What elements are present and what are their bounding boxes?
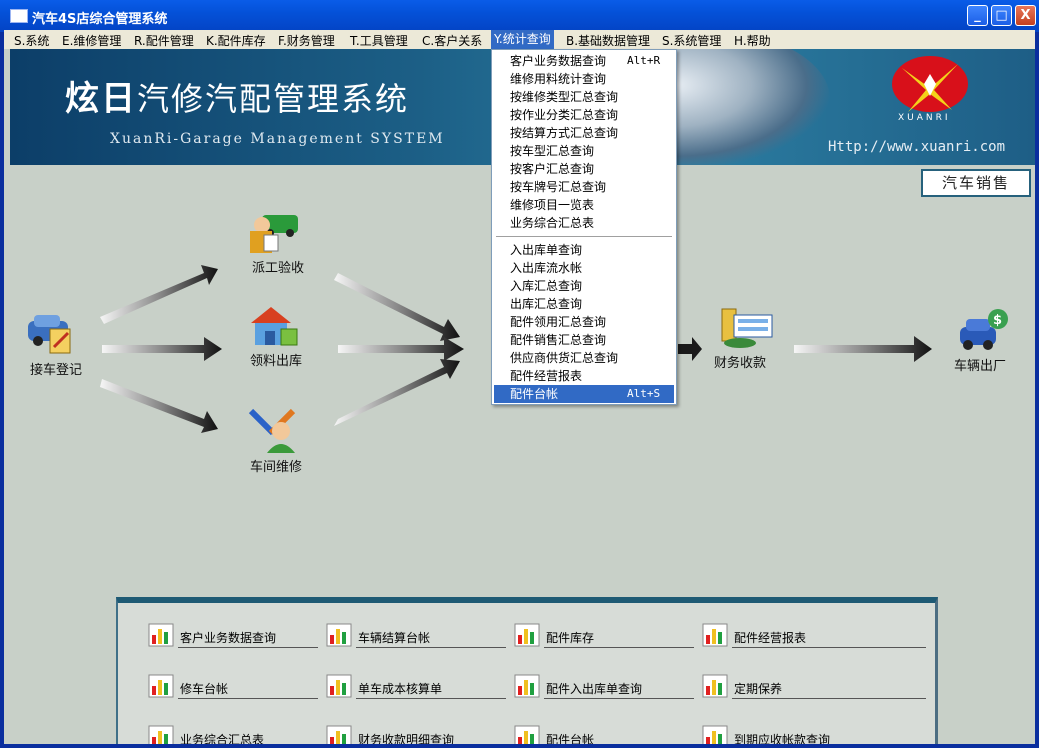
report-chart-icon xyxy=(514,623,540,647)
menu-sys-admin[interactable]: S.系统管理 xyxy=(662,32,721,49)
menu-tools[interactable]: T.工具管理 xyxy=(350,32,408,49)
quick-item-label: 配件经营报表 xyxy=(734,631,807,645)
minimize-button[interactable]: _ xyxy=(967,5,988,26)
quick-item-label: 财务收款明细查询 xyxy=(358,733,455,744)
quick-item-label: 业务综合汇总表 xyxy=(180,733,265,744)
arrow-finance-exit xyxy=(794,336,932,362)
shortcut-label: Alt+S xyxy=(627,387,661,400)
dispatch-label[interactable]: 派工验收 xyxy=(252,257,304,276)
menu-option[interactable]: 配件经营报表 xyxy=(494,367,674,385)
statistics-dropdown-menu: 客户业务数据查询 Alt+R 维修用料统计查询 按维修类型汇总查询 按作业分类汇总… xyxy=(491,49,677,405)
menu-option-selected[interactable]: 配件台帐 Alt+S xyxy=(494,385,674,403)
menu-option[interactable]: 入库汇总查询 xyxy=(494,277,674,295)
quick-item-label: 定期保养 xyxy=(734,682,783,696)
menu-option[interactable]: 按结算方式汇总查询 xyxy=(494,124,674,142)
menu-option[interactable]: 业务综合汇总表 xyxy=(494,214,674,232)
report-chart-icon xyxy=(702,725,728,744)
menu-option[interactable]: 按作业分类汇总查询 xyxy=(494,106,674,124)
menu-option[interactable]: 维修用料统计查询 xyxy=(494,70,674,88)
report-chart-icon xyxy=(326,623,352,647)
menu-finance[interactable]: F.财务管理 xyxy=(278,32,335,49)
menu-statistics[interactable]: Y.统计查询 xyxy=(491,30,554,49)
menu-option[interactable]: 出库汇总查询 xyxy=(494,295,674,313)
app-window: 汽车4S店综合管理系统 _ □ X S.系统 E.维修管理 R.配件管理 K.配… xyxy=(0,0,1039,748)
menu-parts-stock[interactable]: K.配件库存 xyxy=(206,32,266,49)
finance-icon[interactable] xyxy=(720,305,774,351)
arrow-parts-center xyxy=(338,337,464,361)
quick-item-label: 单车成本核算单 xyxy=(358,682,443,696)
dispatch-icon[interactable] xyxy=(246,211,300,257)
reception-label[interactable]: 接车登记 xyxy=(30,359,82,378)
menu-option[interactable]: 客户业务数据查询 Alt+R xyxy=(494,52,674,70)
report-chart-icon xyxy=(148,674,174,698)
report-chart-icon xyxy=(326,725,352,744)
report-chart-icon xyxy=(702,623,728,647)
menu-option[interactable]: 维修项目一览表 xyxy=(494,196,674,214)
report-chart-icon xyxy=(326,674,352,698)
menu-option[interactable]: 按车牌号汇总查询 xyxy=(494,178,674,196)
reception-icon[interactable] xyxy=(26,311,76,357)
report-chart-icon xyxy=(148,725,174,744)
divider xyxy=(544,647,694,648)
report-chart-icon xyxy=(702,674,728,698)
divider xyxy=(732,647,926,648)
menu-customer[interactable]: C.客户关系 xyxy=(422,32,482,49)
window-title: 汽车4S店综合管理系统 xyxy=(32,12,168,27)
quick-item-label: 修车台帐 xyxy=(180,682,229,696)
shortcut-label: Alt+R xyxy=(627,54,661,67)
menu-parts[interactable]: R.配件管理 xyxy=(134,32,194,49)
title-bar[interactable]: 汽车4S店综合管理系统 _ □ X xyxy=(0,0,1039,32)
arrow-reception-parts xyxy=(102,337,222,361)
quick-item-label: 配件入出库单查询 xyxy=(546,682,643,696)
quick-item-label: 客户业务数据查询 xyxy=(180,631,277,645)
quick-access-panel: 客户业务数据查询 车辆结算台帐 配件库存 配件经营报表 修车台帐 单车成本核算单… xyxy=(116,597,938,744)
menu-option[interactable]: 按客户汇总查询 xyxy=(494,160,674,178)
menu-option[interactable]: 入出库单查询 xyxy=(494,241,674,259)
menu-option[interactable]: 配件销售汇总查询 xyxy=(494,331,674,349)
divider xyxy=(356,698,506,699)
workshop-label[interactable]: 车间维修 xyxy=(250,456,302,475)
quick-item-label: 配件库存 xyxy=(546,631,595,645)
finance-label[interactable]: 财务收款 xyxy=(714,352,766,371)
menu-option[interactable]: 供应商供货汇总查询 xyxy=(494,349,674,367)
menu-repair[interactable]: E.维修管理 xyxy=(62,32,121,49)
report-chart-icon xyxy=(514,674,540,698)
arrow-dispatch-center xyxy=(334,273,460,341)
arrow-reception-dispatch xyxy=(100,265,218,324)
quick-item-label: 车辆结算台帐 xyxy=(358,631,431,645)
arrow-center-finance xyxy=(678,337,702,361)
menu-system[interactable]: S.系统 xyxy=(14,32,49,49)
exit-car-icon[interactable]: $ xyxy=(956,307,1010,353)
menu-option[interactable]: 配件领用汇总查询 xyxy=(494,313,674,331)
exit-label[interactable]: 车辆出厂 xyxy=(954,355,1006,374)
divider xyxy=(544,698,694,699)
menu-option[interactable]: 入出库流水帐 xyxy=(494,259,674,277)
quick-item-label: 配件台帐 xyxy=(546,733,595,744)
divider xyxy=(356,647,506,648)
arrow-reception-workshop xyxy=(100,379,218,433)
menu-option[interactable]: 按车型汇总查询 xyxy=(494,142,674,160)
close-button[interactable]: X xyxy=(1015,5,1036,26)
menu-help[interactable]: H.帮助 xyxy=(734,32,771,49)
menu-option[interactable]: 按维修类型汇总查询 xyxy=(494,88,674,106)
parts-issue-icon[interactable] xyxy=(247,303,301,349)
report-chart-icon xyxy=(514,725,540,744)
arrow-workshop-center xyxy=(334,359,460,426)
maximize-button[interactable]: □ xyxy=(991,5,1012,26)
menu-base-data[interactable]: B.基础数据管理 xyxy=(566,32,650,49)
parts-issue-label[interactable]: 领料出库 xyxy=(250,350,302,369)
quick-item-label: 到期应收帐款查询 xyxy=(734,733,831,744)
report-chart-icon xyxy=(148,623,174,647)
app-icon xyxy=(10,9,28,23)
divider xyxy=(178,647,318,648)
menu-bar: S.系统 E.维修管理 R.配件管理 K.配件库存 F.财务管理 T.工具管理 … xyxy=(4,30,1035,49)
divider xyxy=(178,698,318,699)
svg-text:$: $ xyxy=(993,313,1002,328)
divider xyxy=(732,698,926,699)
workshop-icon[interactable] xyxy=(247,405,301,453)
menu-separator xyxy=(496,236,672,238)
